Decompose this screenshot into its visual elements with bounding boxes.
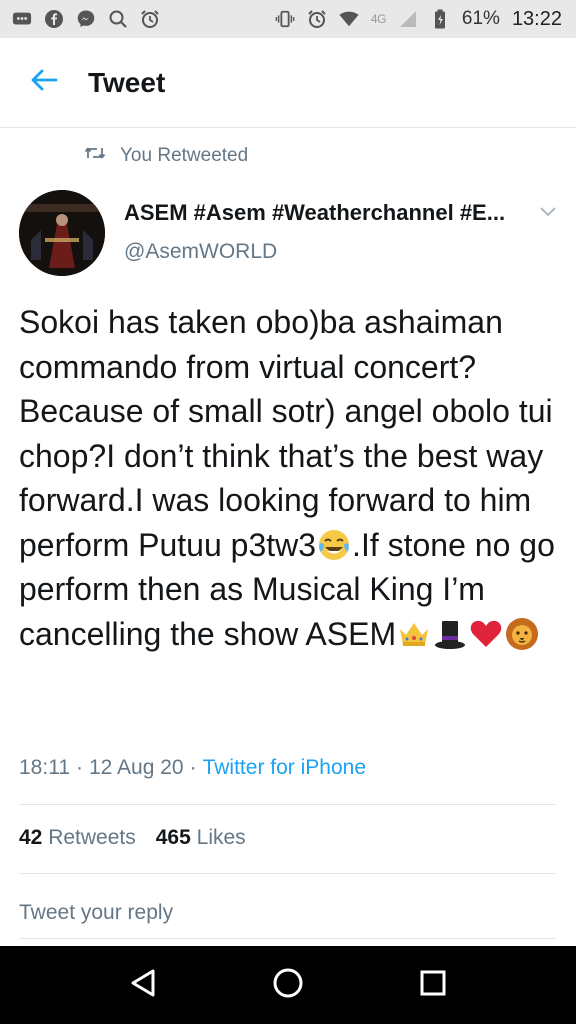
divider	[19, 873, 556, 874]
divider	[19, 804, 556, 805]
arrow-left-icon	[30, 68, 58, 97]
messenger-icon	[76, 9, 96, 29]
avatar[interactable]	[19, 190, 105, 276]
retweets-label: Retweets	[48, 826, 136, 849]
tweet-text-main: Sokoi has taken obo)ba ashaiman commando…	[19, 304, 553, 563]
tweet-text: Sokoi has taken obo)ba ashaiman commando…	[19, 300, 564, 656]
retweet-icon	[84, 145, 106, 167]
alarm-icon	[140, 9, 160, 29]
messages-icon	[12, 9, 32, 29]
nav-recents-button[interactable]	[403, 955, 463, 1015]
retweet-context-label: You Retweeted	[120, 145, 249, 166]
likes-count: 465	[155, 826, 191, 849]
nav-home-button[interactable]	[258, 955, 318, 1015]
tweet-source-link[interactable]: Twitter for iPhone	[203, 756, 366, 780]
retweets-count: 42	[19, 826, 43, 849]
circle-home-icon	[272, 967, 304, 1004]
network-type-label: 4G	[370, 12, 387, 26]
tweet-time: 18:11	[19, 756, 70, 779]
avatar-image	[19, 190, 105, 276]
cell-signal-icon	[398, 9, 418, 29]
meta-separator: ·	[189, 756, 197, 779]
search-icon	[108, 9, 128, 29]
crown-emoji-icon	[397, 617, 431, 651]
facebook-icon	[44, 9, 64, 29]
vibrate-icon	[275, 9, 295, 29]
tweet-stats: 42 Retweets 465 Likes	[19, 826, 246, 850]
app-header: Tweet	[0, 38, 576, 128]
author-name[interactable]: ASEM #Asem #Weatherchannel #E...	[124, 200, 524, 226]
status-system-icons: 4G 61% 13:22	[275, 8, 562, 31]
tweet-options-button[interactable]	[536, 204, 560, 224]
status-bar: 4G 61% 13:22	[0, 0, 576, 38]
page-title: Tweet	[88, 66, 166, 98]
top-hat-emoji-icon	[433, 617, 467, 651]
system-nav-bar	[0, 946, 576, 1024]
back-button[interactable]	[0, 38, 88, 128]
reply-input[interactable]	[19, 893, 556, 933]
retweet-context: You Retweeted	[84, 145, 248, 167]
wifi-icon	[339, 9, 359, 29]
battery-icon	[430, 9, 450, 29]
author-block[interactable]: ASEM #Asem #Weatherchannel #E... @AsemWO…	[124, 200, 544, 264]
nav-back-button[interactable]	[113, 955, 173, 1015]
square-recents-icon	[419, 969, 447, 1002]
tweet-date: 12 Aug 20	[89, 756, 184, 779]
author-handle[interactable]: @AsemWORLD	[124, 240, 544, 264]
tears-of-joy-emoji-icon	[317, 528, 351, 562]
divider	[19, 938, 556, 939]
likes-stat[interactable]: 465 Likes	[156, 826, 246, 850]
clock: 13:22	[511, 7, 562, 30]
lion-emoji-icon	[505, 617, 539, 651]
likes-label: Likes	[196, 826, 246, 849]
red-heart-emoji-icon	[469, 617, 503, 651]
retweets-stat[interactable]: 42 Retweets	[19, 826, 136, 850]
meta-separator: ·	[76, 756, 83, 779]
battery-percent: 61%	[461, 8, 500, 29]
tweet-meta: 18:11 · 12 Aug 20 · Twitter for iPhone	[19, 756, 366, 780]
status-notification-icons	[12, 9, 160, 29]
triangle-back-icon	[129, 968, 157, 1003]
chevron-down-icon	[539, 205, 557, 223]
alarm-status-icon	[307, 9, 327, 29]
